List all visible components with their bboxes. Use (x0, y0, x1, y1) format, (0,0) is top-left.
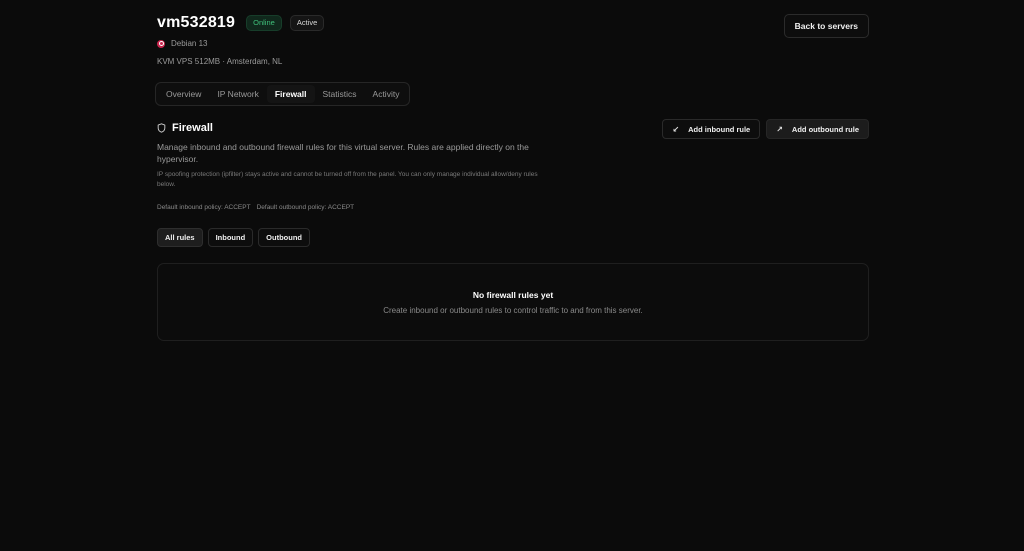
filter-inbound[interactable]: Inbound (207, 228, 254, 247)
arrow-up-right-icon: ↗ (776, 124, 783, 134)
empty-state-subtitle: Create inbound or outbound rules to cont… (383, 306, 643, 315)
tab-overview[interactable]: Overview (158, 85, 209, 103)
outbound-policy: Default outbound policy: ACCEPT (256, 204, 355, 211)
add-inbound-rule-button[interactable]: ↙ Add inbound rule (662, 119, 761, 139)
arrow-down-left-icon: ↙ (672, 124, 680, 134)
firewall-description: Manage inbound and outbound firewall rul… (157, 142, 529, 164)
os-row: Debian 13 (157, 39, 207, 48)
server-name: vm532819 (157, 14, 236, 31)
debian-icon (157, 39, 165, 48)
tab-statistics[interactable]: Statistics (315, 85, 365, 103)
content: vm532819 Online Active Debian 13 KVM VPS… (155, 0, 869, 341)
default-policies: Default inbound policy: ACCEPT Default o… (157, 204, 354, 211)
ipfilter-note: IP spoofing protection (ipfilter) stays … (157, 171, 538, 188)
server-header: vm532819 Online Active Debian 13 KVM VPS… (157, 0, 869, 78)
filter-outbound[interactable]: Outbound (258, 228, 310, 247)
state-badge: Active (289, 15, 325, 31)
rule-actions: ↙ Add inbound rule ↗ Add outbound rule (662, 119, 869, 139)
server-page: vm532819 Online Active Debian 13 KVM VPS… (0, 0, 1024, 551)
rule-filters: All rules Inbound Outbound (157, 228, 310, 247)
plan-location: KVM VPS 512MB · Amsterdam, NL (157, 57, 283, 66)
firewall-heading: Firewall (157, 122, 213, 134)
add-outbound-rule-button[interactable]: ↗ Add outbound rule (766, 119, 869, 139)
firewall-title: Firewall (172, 122, 213, 134)
back-to-servers-button[interactable]: Back to servers (783, 14, 869, 38)
add-outbound-label: Add outbound rule (791, 124, 859, 134)
status-badge: Online (246, 15, 282, 31)
tab-activity[interactable]: Activity (365, 85, 408, 103)
inbound-policy: Default inbound policy: ACCEPT (157, 204, 251, 211)
os-name: Debian 13 (171, 39, 208, 48)
tab-firewall[interactable]: Firewall (266, 85, 315, 103)
tab-ip-network[interactable]: IP Network (209, 85, 266, 103)
title-row: vm532819 Online Active (157, 14, 325, 32)
filter-all-rules[interactable]: All rules (157, 228, 203, 247)
add-inbound-label: Add inbound rule (688, 124, 751, 134)
empty-state-title: No firewall rules yet (472, 290, 554, 300)
empty-state: No firewall rules yet Create inbound or … (157, 263, 869, 341)
shield-icon (157, 123, 166, 133)
tab-bar: Overview IP Network Firewall Statistics … (155, 82, 411, 106)
